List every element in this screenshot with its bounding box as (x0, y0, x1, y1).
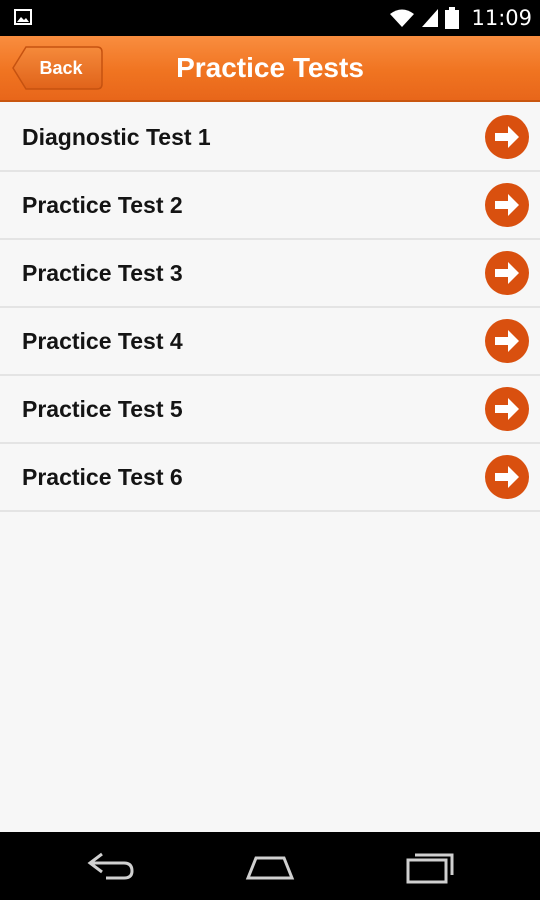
list-item-practice-test-2[interactable]: Practice Test 2 (0, 172, 540, 240)
battery-icon (445, 7, 460, 29)
list-item-label: Practice Test 3 (22, 260, 183, 286)
status-bar: 11:09 (0, 0, 540, 36)
list-item-practice-test-5[interactable]: Practice Test 5 (0, 376, 540, 444)
status-icons: 11:09 (389, 0, 532, 36)
list-item-label: Practice Test 6 (22, 464, 183, 490)
app-header: Back Practice Tests (0, 36, 540, 102)
list-item-label: Diagnostic Test 1 (22, 124, 211, 150)
arrow-right-icon[interactable] (484, 250, 530, 296)
back-nav-icon[interactable] (82, 846, 142, 886)
arrow-right-icon[interactable] (484, 114, 530, 160)
image-notification-icon (14, 9, 32, 25)
arrow-right-icon[interactable] (484, 454, 530, 500)
system-nav-bar (0, 832, 540, 900)
list-item-label: Practice Test 4 (22, 328, 183, 354)
back-button[interactable]: Back (12, 46, 103, 90)
list-item-practice-test-3[interactable]: Practice Test 3 (0, 240, 540, 308)
list-item-practice-test-4[interactable]: Practice Test 4 (0, 308, 540, 376)
back-button-label: Back (39, 58, 83, 78)
list-item-diagnostic-test-1[interactable]: Diagnostic Test 1 (0, 104, 540, 172)
clock: 11:09 (471, 6, 532, 30)
list-item-label: Practice Test 2 (22, 192, 183, 218)
list-item-practice-test-6[interactable]: Practice Test 6 (0, 444, 540, 512)
cell-signal-icon (422, 9, 439, 27)
wifi-icon (390, 9, 415, 27)
arrow-right-icon[interactable] (484, 386, 530, 432)
list-item-label: Practice Test 5 (22, 396, 183, 422)
arrow-right-icon[interactable] (484, 318, 530, 364)
home-nav-icon[interactable] (240, 846, 300, 886)
practice-test-list: Diagnostic Test 1 Practice Test 2 Practi… (0, 104, 540, 512)
arrow-right-icon[interactable] (484, 182, 530, 228)
recents-nav-icon[interactable] (400, 846, 460, 886)
